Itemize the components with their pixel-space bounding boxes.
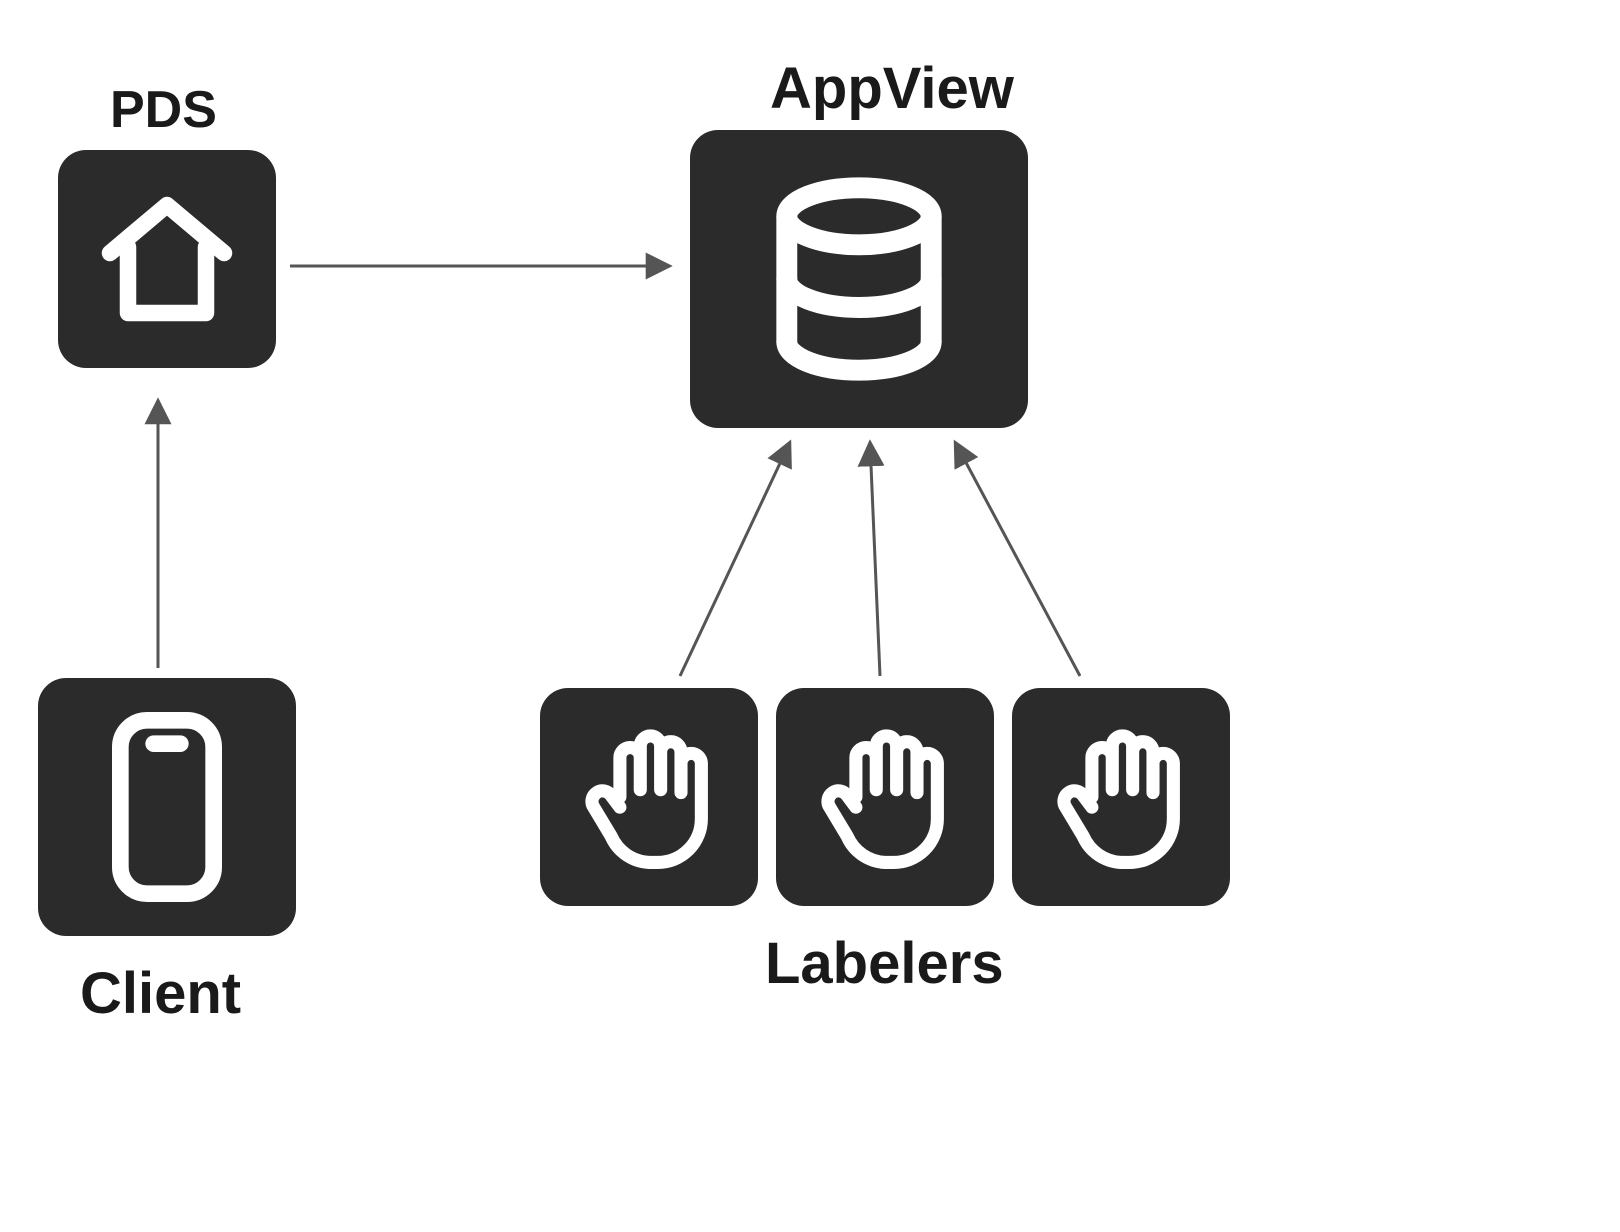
arrow-labeler2-to-appview xyxy=(0,0,1620,1232)
